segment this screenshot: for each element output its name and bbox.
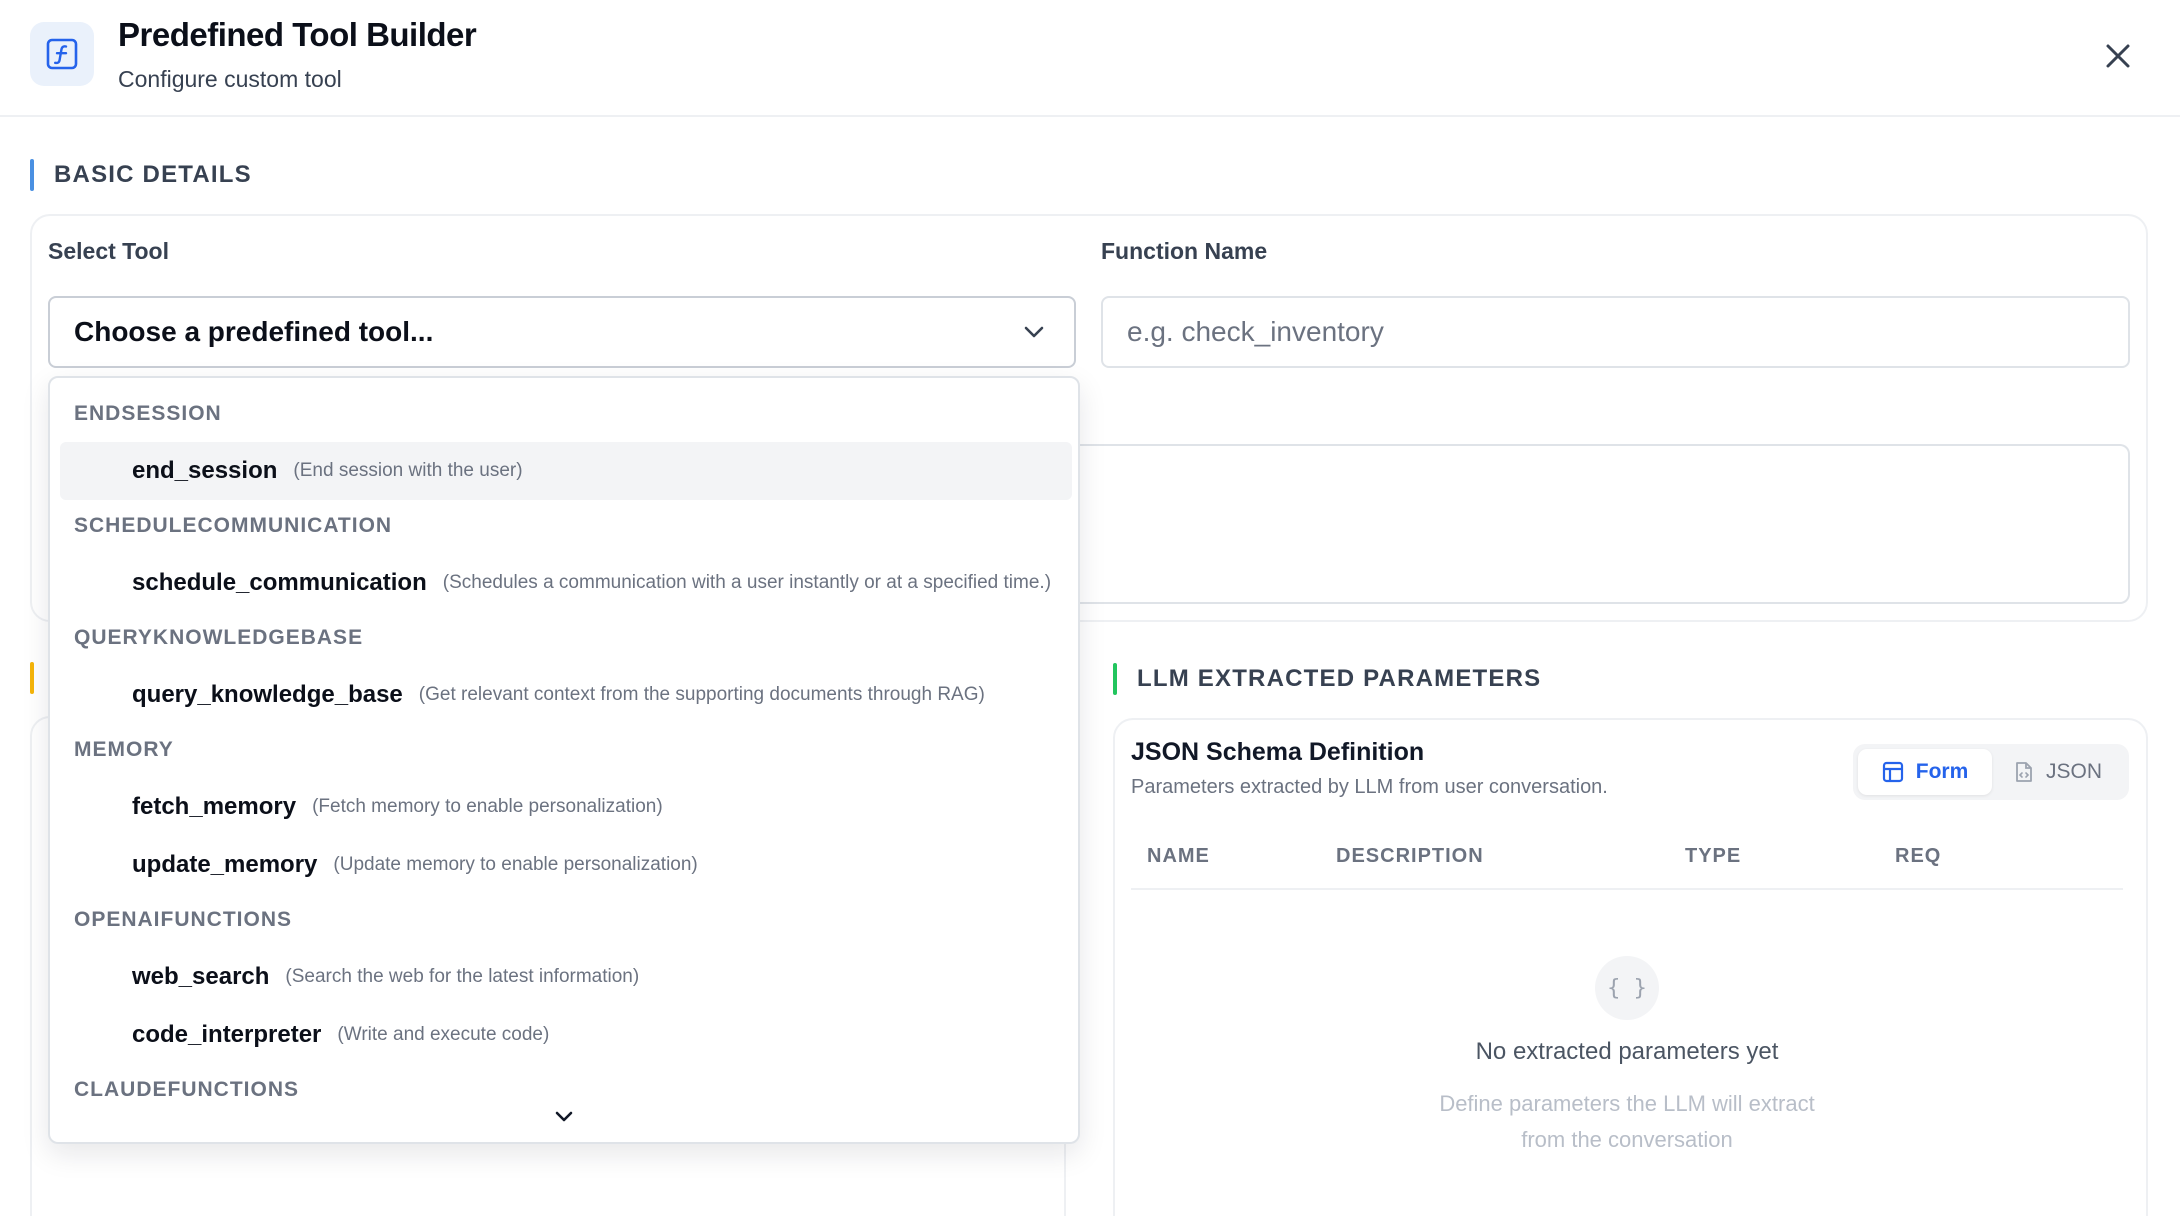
empty-state-title: No extracted parameters yet bbox=[1475, 1038, 1779, 1065]
modal-header: Predefined Tool Builder Configure custom… bbox=[0, 0, 2180, 117]
basic-details-heading: BASIC DETAILS bbox=[30, 158, 252, 192]
chevron-down-icon bbox=[1024, 326, 1044, 338]
option-name: query_knowledge_base bbox=[132, 681, 403, 708]
llm-params-heading: LLM EXTRACTED PARAMETERS bbox=[1113, 662, 1541, 696]
group-header-schedulecommunication: SCHEDULECOMMUNICATION bbox=[74, 514, 393, 537]
file-code-icon bbox=[2014, 761, 2034, 783]
option-web-search[interactable]: web_search (Search the web for the lates… bbox=[60, 948, 1072, 1006]
option-schedule-communication[interactable]: schedule_communication (Schedules a comm… bbox=[60, 554, 1072, 612]
close-button[interactable] bbox=[2096, 34, 2140, 78]
section-title: LLM EXTRACTED PARAMETERS bbox=[1137, 665, 1542, 692]
column-header-type: TYPE bbox=[1685, 845, 1742, 867]
tool-dropdown-menu: ENDSESSION end_session (End session with… bbox=[48, 376, 1080, 1144]
option-name: web_search bbox=[132, 963, 270, 990]
json-toggle-button[interactable]: JSON bbox=[1992, 749, 2124, 795]
form-toggle-button[interactable]: Form bbox=[1858, 749, 1992, 795]
page-subtitle: Configure custom tool bbox=[118, 66, 342, 92]
option-description: (Search the web for the latest informati… bbox=[285, 966, 640, 987]
empty-state-line: Define parameters the LLM will extract bbox=[1439, 1091, 1815, 1116]
group-header-memory: MEMORY bbox=[74, 738, 174, 761]
schema-title: JSON Schema Definition bbox=[1131, 738, 1425, 766]
empty-state-subtitle: Define parameters the LLM will extract f… bbox=[1327, 1086, 1927, 1158]
empty-state-line: from the conversation bbox=[1521, 1127, 1733, 1152]
option-description: (Write and execute code) bbox=[337, 1024, 550, 1045]
select-tool-value: Choose a predefined tool... bbox=[74, 316, 434, 347]
option-update-memory[interactable]: update_memory (Update memory to enable p… bbox=[60, 836, 1072, 894]
option-code-interpreter[interactable]: code_interpreter (Write and execute code… bbox=[60, 1006, 1072, 1064]
table-layout-icon bbox=[1882, 761, 1904, 783]
section-accent-bar bbox=[1113, 663, 1117, 695]
function-icon bbox=[30, 22, 94, 86]
column-header-description: DESCRIPTION bbox=[1336, 845, 1484, 867]
option-query-knowledge-base[interactable]: query_knowledge_base (Get relevant conte… bbox=[60, 666, 1072, 724]
option-description: (End session with the user) bbox=[293, 460, 523, 481]
form-toggle-label: Form bbox=[1915, 760, 1969, 783]
close-icon bbox=[2106, 44, 2130, 68]
column-header-name: NAME bbox=[1147, 845, 1210, 867]
option-description: (Fetch memory to enable personalization) bbox=[312, 796, 663, 817]
option-name: update_memory bbox=[132, 851, 318, 878]
group-header-endsession: ENDSESSION bbox=[74, 402, 222, 425]
option-description: (Get relevant context from the supportin… bbox=[418, 684, 985, 705]
option-name: schedule_communication bbox=[132, 569, 427, 596]
select-tool-label: Select Tool bbox=[48, 238, 169, 264]
function-name-input[interactable] bbox=[1101, 296, 2130, 368]
json-toggle-label: JSON bbox=[2045, 760, 2102, 783]
option-name: fetch_memory bbox=[132, 793, 297, 820]
option-description: (Schedules a communication with a user i… bbox=[442, 572, 1052, 593]
scroll-down-chevron-icon[interactable] bbox=[552, 1106, 576, 1128]
page-title: Predefined Tool Builder bbox=[118, 16, 477, 53]
option-end-session[interactable]: end_session (End session with the user) bbox=[60, 442, 1072, 500]
option-description: (Update memory to enable personalization… bbox=[333, 854, 698, 875]
form-json-toggle: Form JSON bbox=[1853, 744, 2129, 800]
column-header-req: REQ bbox=[1895, 845, 1942, 867]
option-fetch-memory[interactable]: fetch_memory (Fetch memory to enable per… bbox=[60, 778, 1072, 836]
group-header-claudefunctions: CLAUDEFUNCTIONS bbox=[74, 1078, 299, 1101]
table-divider bbox=[1131, 888, 2123, 890]
tool-params-accent-bar bbox=[30, 662, 34, 694]
option-name: end_session bbox=[132, 457, 278, 484]
section-accent-bar bbox=[30, 159, 34, 191]
schema-description: Parameters extracted by LLM from user co… bbox=[1131, 776, 1608, 798]
group-header-openaifunctions: OPENAIFUNCTIONS bbox=[74, 908, 293, 931]
option-name: code_interpreter bbox=[132, 1021, 322, 1048]
section-title: BASIC DETAILS bbox=[54, 161, 252, 188]
group-header-queryknowledgebase: QUERYKNOWLEDGEBASE bbox=[74, 626, 364, 649]
description-textarea[interactable] bbox=[1076, 444, 2130, 604]
braces-icon: { } bbox=[1595, 956, 1659, 1020]
function-name-label: Function Name bbox=[1101, 238, 1268, 264]
select-tool-dropdown[interactable]: Choose a predefined tool... bbox=[48, 296, 1076, 368]
